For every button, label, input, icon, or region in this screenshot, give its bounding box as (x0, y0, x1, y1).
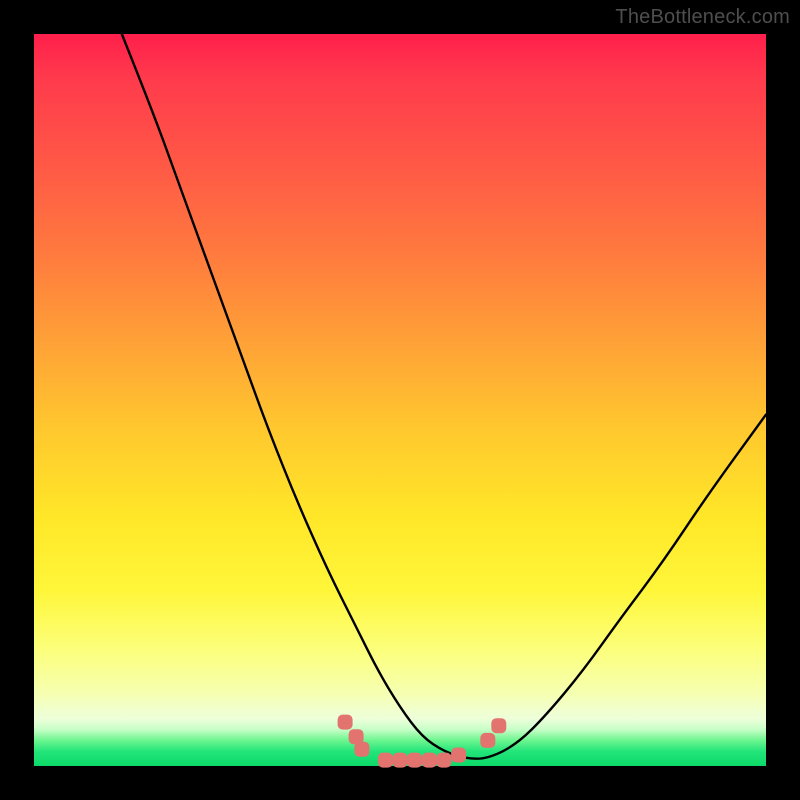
curve-marker (451, 748, 466, 763)
curve-layer (34, 34, 766, 766)
attribution-text: TheBottleneck.com (615, 6, 790, 29)
curve-marker (436, 753, 451, 768)
chart-frame: TheBottleneck.com (0, 0, 800, 800)
curve-marker (407, 753, 422, 768)
curve-marker (480, 733, 495, 748)
plot-area (34, 34, 766, 766)
curve-marker (378, 753, 393, 768)
curve-marker (338, 715, 353, 730)
curve-marker (393, 753, 408, 768)
bottleneck-curve (122, 34, 766, 759)
curve-marker (354, 742, 369, 757)
curve-marker (491, 718, 506, 733)
curve-marker (422, 753, 437, 768)
